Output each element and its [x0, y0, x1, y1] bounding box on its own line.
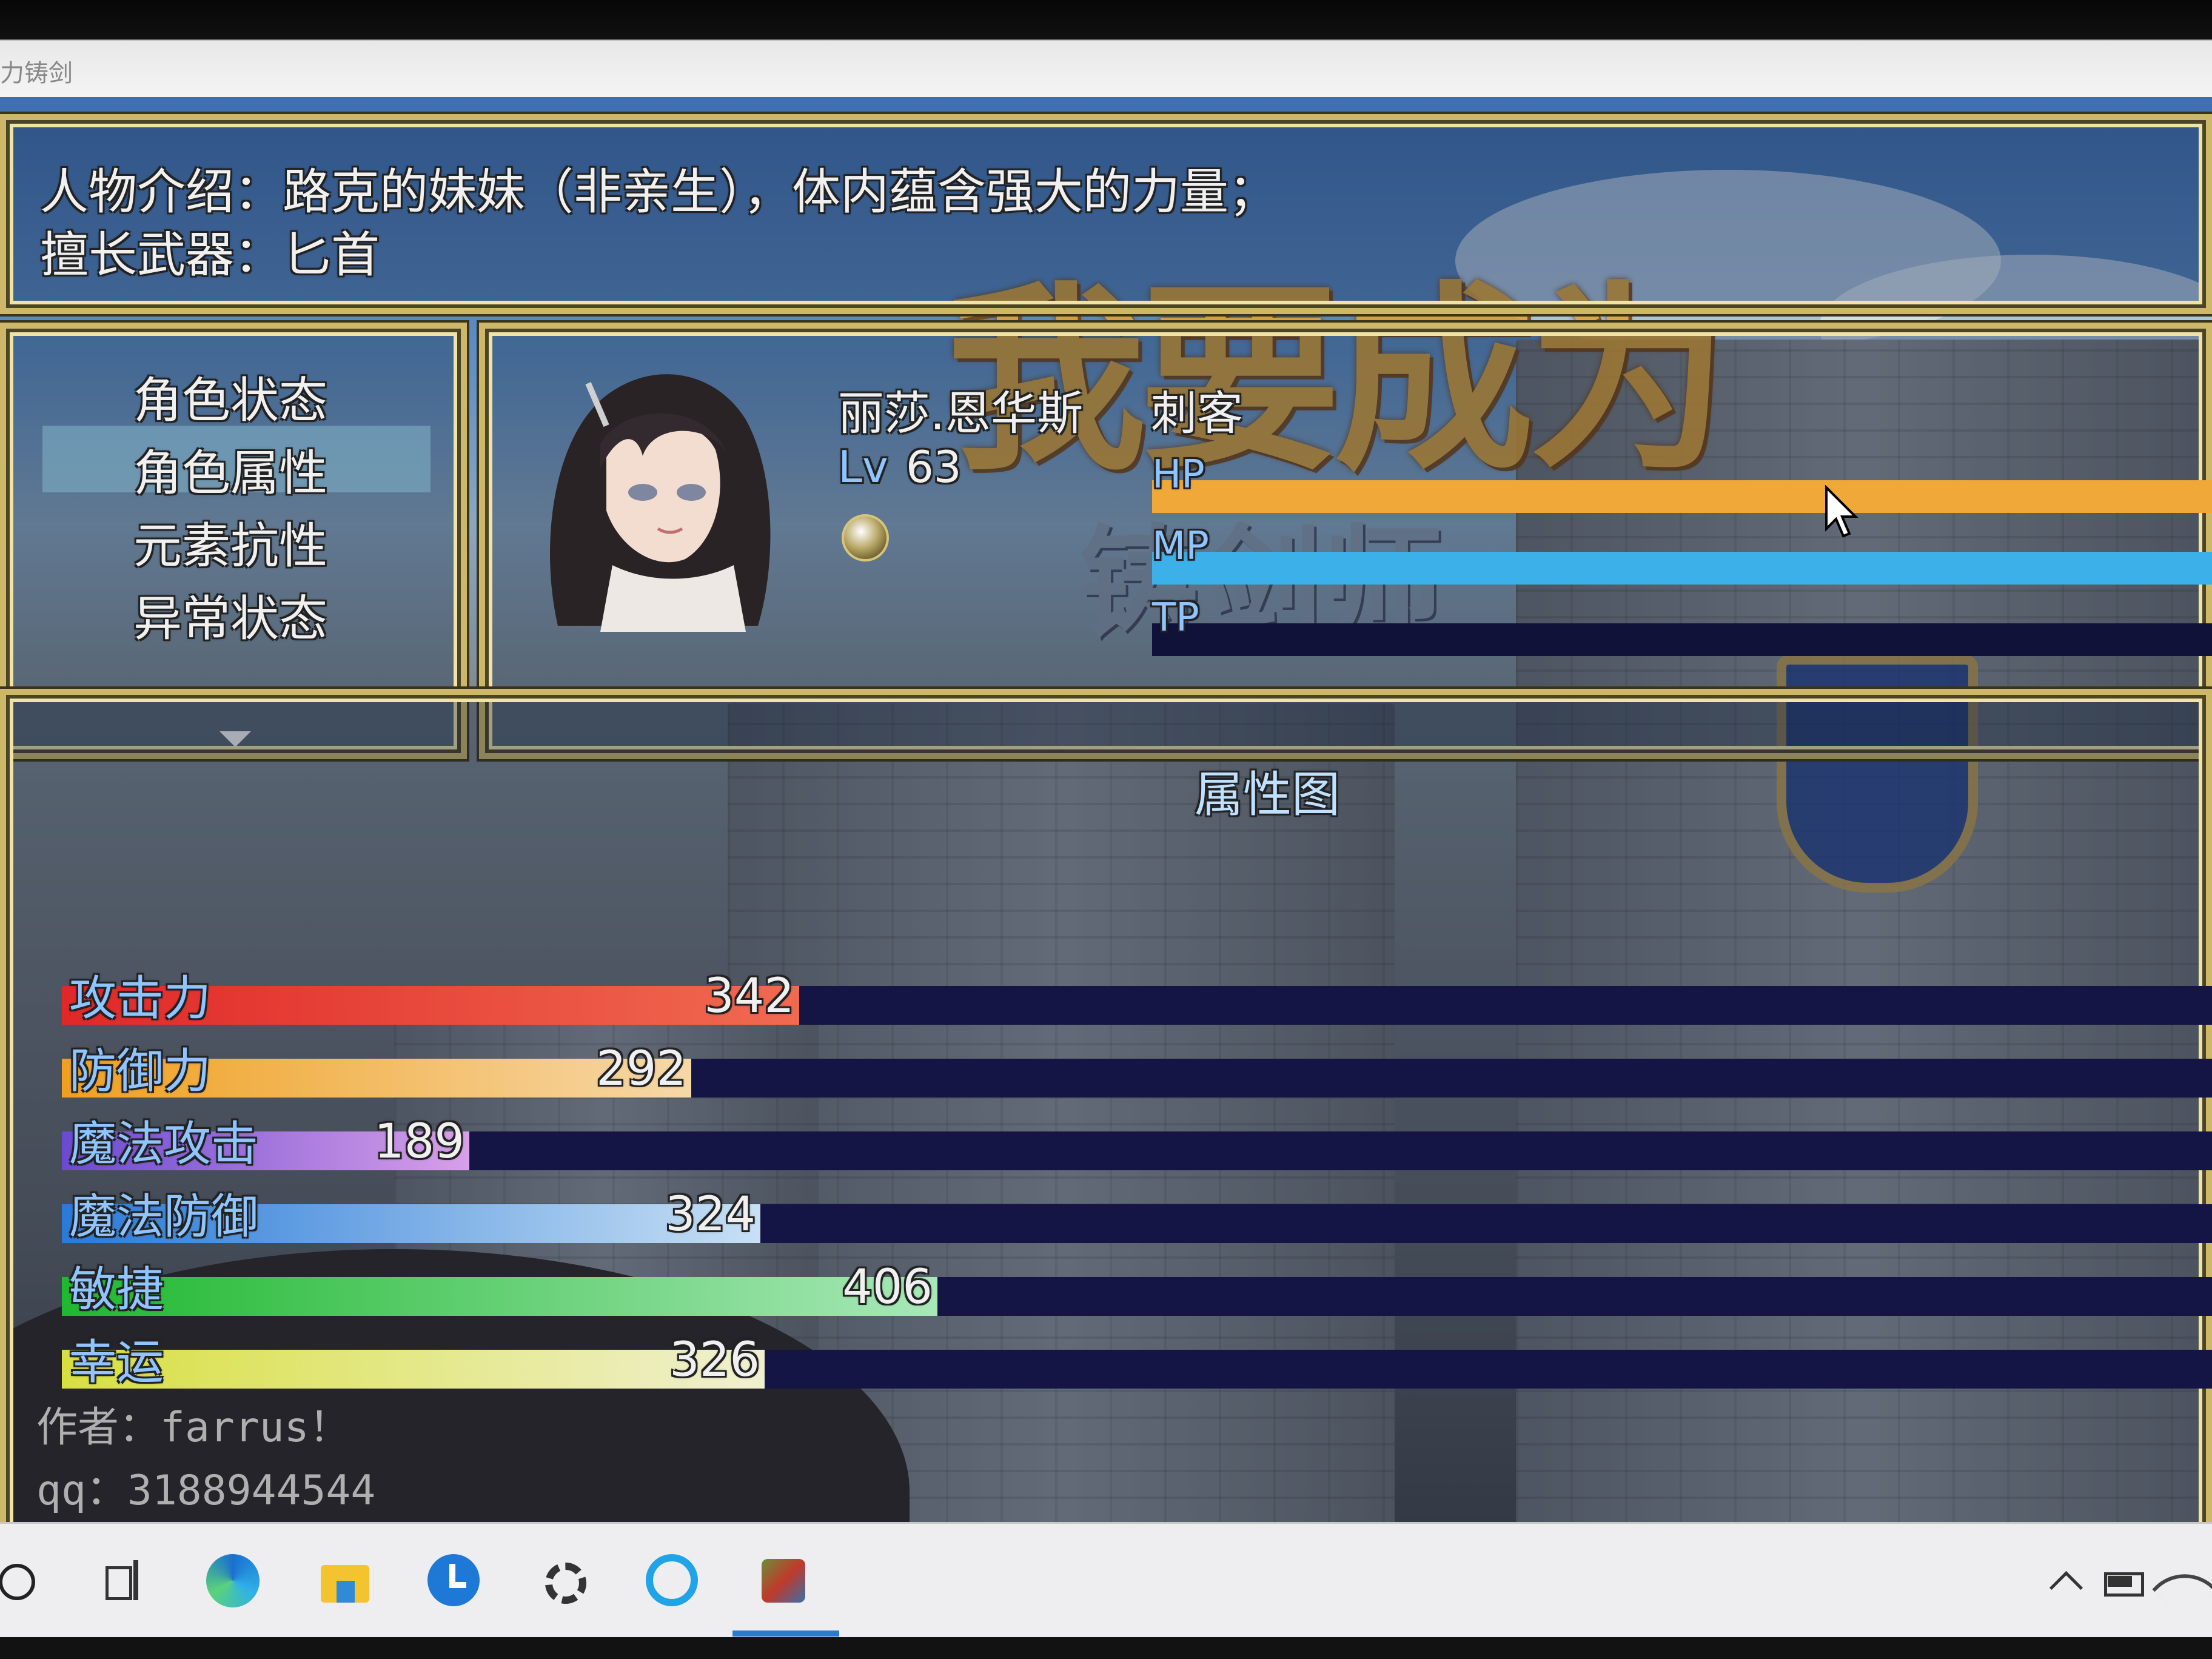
stat-bar: 敏捷 406 — [62, 1260, 2212, 1317]
game-screen: 我要成为 铸剑师 人物介绍：路克的妹妹（非亲生），体内蕴含强大的力量； 擅长武器… — [0, 97, 2212, 1522]
qq-contact: qq：3188944544 — [36, 1467, 376, 1515]
edge-icon[interactable] — [206, 1554, 261, 1609]
game-app-icon[interactable] — [758, 1554, 813, 1609]
gauge-mp: MP — [1152, 524, 2212, 585]
active-app-indicator — [732, 1631, 839, 1637]
gauge-fill — [1152, 552, 2212, 585]
level-label: Lv — [838, 441, 888, 492]
stat-label: 幸运 — [69, 1335, 164, 1390]
menu-item-label: 异常状态 — [133, 591, 327, 647]
stat-value: 292 — [596, 1042, 686, 1096]
author-credit: 作者：farrus！ — [36, 1404, 350, 1452]
window-title-bar: 力铸剑 — [0, 0, 2212, 97]
file-explorer-icon[interactable] — [318, 1554, 373, 1609]
status-orb-icon — [842, 514, 889, 561]
stat-bar: 攻击力 342 — [62, 969, 2212, 1026]
window-title: 力铸剑 — [0, 59, 73, 87]
browser-icon[interactable] — [646, 1554, 700, 1609]
stat-label: 敏捷 — [69, 1262, 164, 1317]
menu-item-0[interactable]: 角色状态 — [42, 353, 431, 429]
gauge-hp: HP — [1152, 452, 2212, 513]
windows-taskbar — [0, 1522, 2212, 1639]
monitor-bezel — [0, 1637, 2212, 1659]
stat-value: 406 — [842, 1260, 933, 1315]
stat-value: 342 — [704, 969, 794, 1024]
task-view-icon[interactable] — [97, 1554, 152, 1609]
menu-item-label: 角色状态 — [133, 372, 327, 429]
menu-item-2[interactable]: 元素抗性 — [42, 498, 431, 574]
search-icon[interactable] — [0, 1554, 49, 1609]
menu-item-1[interactable]: 角色属性 — [42, 426, 431, 501]
chevron-up-icon[interactable] — [2043, 1554, 2098, 1609]
settings-gear-icon[interactable] — [537, 1554, 591, 1609]
stat-bar: 魔法攻击 189 — [62, 1114, 2212, 1171]
chart-title: 属性图 — [1195, 766, 1340, 823]
stat-value: 189 — [374, 1114, 464, 1169]
level-value: 63 — [906, 441, 962, 492]
gauge-label: HP — [1152, 452, 1205, 497]
stat-value: 326 — [669, 1333, 760, 1387]
stat-bar: 防御力 292 — [62, 1042, 2212, 1099]
clock-app-icon[interactable] — [427, 1554, 482, 1609]
gauge-label: MP — [1152, 524, 1209, 569]
mouse-cursor-icon — [1825, 485, 1858, 538]
menu-item-label: 角色属性 — [133, 445, 327, 501]
menu-item-label: 元素抗性 — [133, 518, 327, 574]
character-description: 人物介绍：路克的妹妹（非亲生），体内蕴含强大的力量； — [40, 164, 1277, 220]
character-portrait — [549, 374, 771, 632]
stat-value: 324 — [665, 1187, 756, 1242]
character-name: 丽莎.恩华斯 — [838, 386, 1084, 440]
stat-label: 防御力 — [69, 1044, 212, 1099]
stat-bar-fill — [62, 1350, 765, 1389]
gauge-fill — [1152, 480, 2212, 513]
gauge-label: TP — [1152, 595, 1199, 640]
battery-icon[interactable] — [2098, 1554, 2153, 1609]
stat-bar-fill — [62, 1277, 937, 1316]
attribute-chart-window: 属性图 攻击力 342 防御力 292 魔法攻击 189 魔法防御 324 敏捷 406 幸运 326… — [0, 689, 2212, 1522]
stat-bar: 魔法防御 324 — [62, 1187, 2212, 1244]
character-info-window: 人物介绍：路克的妹妹（非亲生），体内蕴含强大的力量； 擅长武器：匕首 — [0, 114, 2212, 314]
favorite-weapon: 擅长武器：匕首 — [40, 227, 380, 283]
gauge-tp: TP — [1152, 595, 2212, 656]
stat-label: 攻击力 — [69, 971, 212, 1026]
menu-item-3[interactable]: 异常状态 — [42, 571, 431, 647]
stat-label: 魔法攻击 — [69, 1117, 259, 1171]
stat-bar: 幸运 326 — [62, 1333, 2212, 1390]
character-class: 刺客 — [1151, 386, 1243, 440]
stat-label: 魔法防御 — [69, 1190, 259, 1244]
wifi-icon[interactable] — [2152, 1554, 2212, 1622]
